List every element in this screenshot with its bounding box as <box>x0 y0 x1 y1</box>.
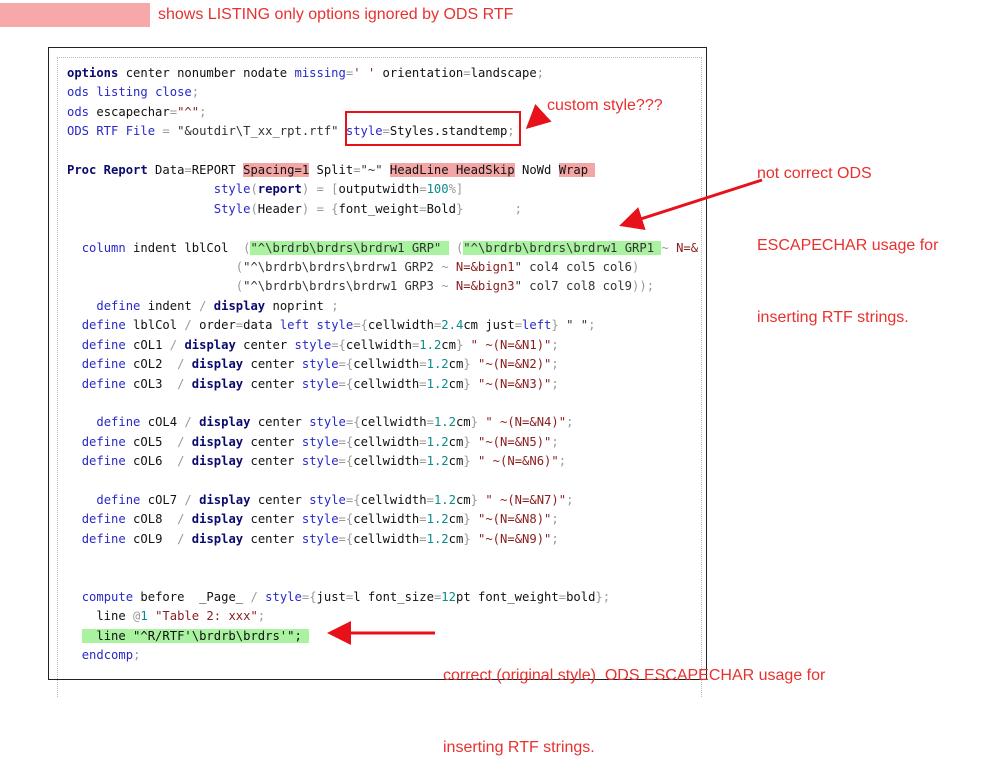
note-incorrect-line: ESCAPECHAR usage for <box>757 237 939 254</box>
note-incorrect-escapechar: not correct ODS ESCAPECHAR usage for ins… <box>757 114 938 354</box>
note-correct-line: correct (original style) ODS ESCAPECHAR … <box>443 667 826 684</box>
note-correct-line: inserting RTF strings. <box>443 739 595 756</box>
note-correct-escapechar: correct (original style) ODS ESCAPECHAR … <box>443 616 825 784</box>
arrow-custom-style <box>525 103 552 130</box>
note-incorrect-line: inserting RTF strings. <box>757 309 909 326</box>
arrow-incorrect-escapechar <box>619 178 763 230</box>
note-incorrect-line: not correct ODS <box>757 165 872 182</box>
note-custom-style: custom style??? <box>547 97 663 114</box>
